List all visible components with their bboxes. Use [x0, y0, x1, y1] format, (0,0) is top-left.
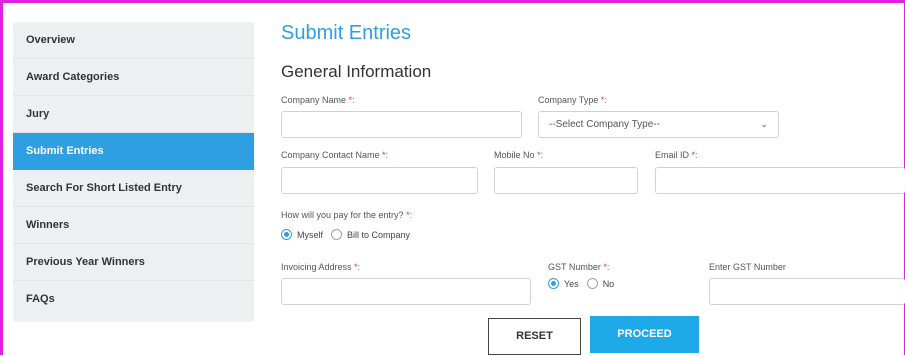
company-type-selected: --Select Company Type-- [549, 119, 660, 130]
sidebar-item-previous-year-winners[interactable]: Previous Year Winners [13, 244, 254, 281]
sidebar-item-submit-entries[interactable]: Submit Entries [13, 133, 254, 170]
company-type-select[interactable]: --Select Company Type-- ⌄ [538, 111, 779, 138]
invoicing-address-label: Invoicing Address *: [281, 262, 361, 272]
company-name-input[interactable] [281, 111, 522, 138]
pay-bill-company-label[interactable]: Bill to Company [347, 230, 410, 240]
pay-bill-company-radio[interactable] [331, 229, 343, 240]
gst-yes-radio[interactable] [548, 278, 559, 289]
reset-button[interactable]: RESET [488, 318, 581, 355]
contact-name-label: Company Contact Name *: [281, 150, 389, 160]
company-type-label: Company Type *: [538, 95, 607, 105]
section-title: General Information [281, 62, 432, 81]
mobile-input[interactable] [494, 167, 638, 194]
chevron-down-icon: ⌄ [760, 119, 768, 129]
gst-no-label[interactable]: No [603, 279, 615, 289]
gst-no-radio[interactable] [586, 278, 598, 289]
company-name-label: Company Name *: [281, 95, 355, 105]
gst-number-label: Enter GST Number [709, 262, 786, 272]
proceed-button[interactable]: PROCEED [590, 316, 699, 353]
email-input[interactable] [655, 167, 905, 194]
sidebar-item-overview[interactable]: Overview [13, 22, 254, 59]
sidebar-item-faqs[interactable]: FAQs [13, 281, 254, 318]
mobile-label: Mobile No *: [494, 150, 544, 160]
gst-yes-label[interactable]: Yes [564, 279, 579, 289]
pay-question-label: How will you pay for the entry? *: [281, 210, 413, 220]
sidebar-item-winners[interactable]: Winners [13, 207, 254, 244]
page-title: Submit Entries [281, 22, 412, 44]
email-label: Email ID *: [655, 150, 698, 160]
pay-myself-radio[interactable] [281, 229, 292, 240]
sidebar-item-jury[interactable]: Jury [13, 96, 254, 133]
gst-radio-group: Yes No [548, 278, 622, 289]
sidebar-item-award-categories[interactable]: Award Categories [13, 59, 254, 96]
invoicing-address-input[interactable] [281, 278, 531, 305]
gst-label: GST Number *: [548, 262, 610, 272]
contact-name-input[interactable] [281, 167, 478, 194]
gst-number-input[interactable] [709, 278, 905, 305]
pay-myself-label[interactable]: Myself [297, 230, 323, 240]
pay-radio-group: Myself Bill to Company [281, 229, 418, 240]
sidebar: Overview Award Categories Jury Submit En… [13, 22, 254, 322]
sidebar-item-search-short-listed[interactable]: Search For Short Listed Entry [13, 170, 254, 207]
